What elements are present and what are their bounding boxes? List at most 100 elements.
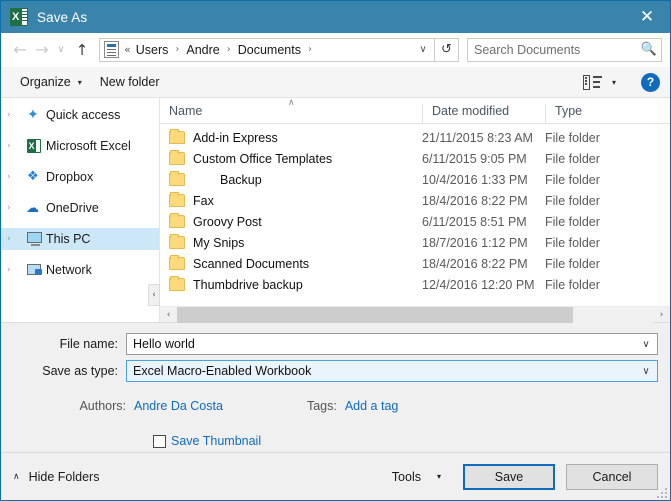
sidebar-item-microsoft-excel[interactable]: › X Microsoft Excel bbox=[1, 135, 159, 157]
chevron-down-icon[interactable]: ∨ bbox=[412, 44, 434, 55]
expander-icon[interactable]: › bbox=[7, 234, 24, 244]
expander-icon[interactable]: › bbox=[7, 141, 24, 151]
refresh-icon[interactable]: ↺ bbox=[434, 37, 458, 62]
table-row[interactable]: Groovy Post 6/11/2015 8:51 PM File folde… bbox=[160, 211, 670, 232]
sidebar-item-quick-access[interactable]: › ✦ Quick access bbox=[1, 104, 159, 126]
chevron-right-icon[interactable]: › bbox=[302, 44, 318, 55]
table-row[interactable]: My Snips 18/7/2016 1:12 PM File folder bbox=[160, 232, 670, 253]
chevron-down-icon: ▾ bbox=[436, 472, 441, 481]
file-name-cell: Fax bbox=[160, 192, 422, 208]
organize-button[interactable]: Organize ▾ bbox=[11, 70, 91, 94]
column-header-row: Name Date modified Type bbox=[160, 98, 670, 124]
forward-icon[interactable]: → bbox=[31, 37, 53, 63]
file-name-combobox[interactable]: ∨ bbox=[126, 333, 658, 355]
folder-icon bbox=[169, 255, 185, 270]
file-type: File folder bbox=[545, 130, 600, 145]
save-button[interactable]: Save bbox=[463, 463, 555, 490]
save-thumbnail-row: Save Thumbnail bbox=[1, 431, 670, 451]
folder-icon bbox=[169, 171, 185, 186]
cancel-button[interactable]: Cancel bbox=[566, 463, 658, 490]
file-date: 10/4/2016 1:33 PM bbox=[422, 172, 528, 187]
horizontal-scrollbar[interactable]: ‹ › bbox=[160, 306, 670, 323]
chevron-down-icon[interactable]: ∨ bbox=[635, 366, 657, 377]
expander-icon[interactable]: › bbox=[7, 265, 24, 275]
expander-icon[interactable]: › bbox=[7, 203, 24, 213]
sidebar-item-label: This PC bbox=[46, 232, 91, 246]
file-name: Add-in Express bbox=[193, 130, 278, 145]
sidebar-item-onedrive[interactable]: › ☁ OneDrive bbox=[1, 197, 159, 219]
add-a-tag-link[interactable]: Add a tag bbox=[345, 399, 399, 413]
breadcrumb-item-users[interactable]: Users bbox=[135, 43, 170, 57]
sidebar-splitter-handle[interactable]: ‹ bbox=[148, 284, 160, 306]
breadcrumb[interactable]: « Users › Andre › Documents › ∨ ↺ bbox=[99, 37, 459, 62]
back-icon[interactable]: ← bbox=[9, 37, 31, 63]
table-row[interactable]: Add-in Express 21/11/2015 8:23 AM File f… bbox=[160, 127, 670, 148]
save-as-dialog: X Save As ✕ ← → ∨ ↑ « Users › Andre › Do… bbox=[0, 0, 671, 501]
expander-icon[interactable]: › bbox=[7, 172, 24, 182]
folder-icon bbox=[169, 234, 185, 249]
breadcrumb-item-documents[interactable]: Documents bbox=[237, 43, 302, 57]
file-list: Add-in Express 21/11/2015 8:23 AM File f… bbox=[160, 124, 670, 306]
sidebar-item-network[interactable]: › Network bbox=[1, 259, 159, 281]
metadata-row: Authors: Andre Da Costa Tags: Add a tag bbox=[1, 395, 670, 417]
sidebar-item-label: OneDrive bbox=[46, 201, 99, 215]
up-one-level-icon[interactable]: ↑ bbox=[69, 37, 95, 63]
folder-icon bbox=[169, 129, 185, 144]
scrollbar-track[interactable] bbox=[573, 306, 653, 323]
chevron-up-icon: ∧ bbox=[13, 471, 20, 482]
file-name-cell: Custom Office Templates bbox=[160, 150, 422, 166]
sidebar-item-this-pc[interactable]: › This PC bbox=[1, 228, 159, 250]
chevron-right-icon[interactable]: › bbox=[169, 44, 185, 55]
new-folder-button[interactable]: New folder bbox=[91, 70, 169, 94]
breadcrumb-overflow-icon[interactable]: « bbox=[124, 43, 131, 56]
close-icon[interactable]: ✕ bbox=[624, 1, 670, 33]
table-row[interactable]: Thumbdrive backup 12/4/2016 12:20 PM Fil… bbox=[160, 274, 670, 295]
save-thumbnail-label[interactable]: Save Thumbnail bbox=[171, 434, 261, 448]
navigation-sidebar: › ✦ Quick access › X Microsoft Excel › ❖… bbox=[1, 98, 160, 322]
chevron-down-icon[interactable]: ∨ bbox=[635, 339, 657, 350]
file-name-input[interactable] bbox=[127, 336, 635, 352]
authors-value-link[interactable]: Andre Da Costa bbox=[134, 399, 223, 413]
save-thumbnail-checkbox[interactable] bbox=[153, 434, 166, 448]
search-box[interactable]: 🔍 bbox=[467, 37, 662, 62]
save-as-type-combobox[interactable]: ∨ bbox=[126, 360, 658, 382]
file-name-cell: Thumbdrive backup bbox=[160, 276, 422, 292]
hide-folders-label: Hide Folders bbox=[28, 469, 100, 484]
folder-icon bbox=[169, 150, 185, 165]
file-name-cell: Add-in Express bbox=[160, 129, 422, 145]
file-date: 6/11/2015 8:51 PM bbox=[422, 214, 527, 229]
this-pc-monitor-icon bbox=[24, 231, 46, 247]
scrollbar-thumb[interactable] bbox=[177, 306, 573, 323]
file-name-cell: My Snips bbox=[160, 234, 422, 250]
sidebar-item-label: Dropbox bbox=[46, 170, 94, 184]
table-row[interactable]: Fax 18/4/2016 8:22 PM File folder bbox=[160, 190, 670, 211]
file-date: 21/11/2015 8:23 AM bbox=[422, 130, 533, 145]
search-icon[interactable]: 🔍 bbox=[637, 42, 661, 57]
tools-button[interactable]: Tools ▾ bbox=[386, 464, 447, 490]
search-input[interactable] bbox=[468, 41, 637, 58]
microsoft-excel-icon: X bbox=[24, 138, 46, 154]
table-row[interactable]: Backup 10/4/2016 1:33 PM File folder bbox=[160, 169, 670, 190]
file-name: Groovy Post bbox=[193, 214, 262, 229]
expander-icon[interactable]: › bbox=[7, 110, 24, 120]
scroll-left-icon[interactable]: ‹ bbox=[160, 310, 177, 320]
hide-folders-button[interactable]: ∧ Hide Folders bbox=[13, 470, 99, 484]
file-name-row: File name: ∨ bbox=[1, 332, 670, 356]
file-type: File folder bbox=[545, 235, 600, 250]
change-view-button[interactable]: ▾ bbox=[574, 70, 625, 94]
column-header-type[interactable]: Type bbox=[545, 104, 670, 123]
file-name: My Snips bbox=[193, 235, 245, 250]
chevron-down-icon: ▾ bbox=[77, 77, 82, 87]
resize-grip[interactable] bbox=[657, 488, 667, 498]
column-header-date-modified[interactable]: Date modified bbox=[422, 104, 545, 123]
documents-folder-icon bbox=[104, 41, 119, 58]
help-icon[interactable]: ? bbox=[641, 72, 660, 92]
table-row[interactable]: Custom Office Templates 6/11/2015 9:05 P… bbox=[160, 148, 670, 169]
breadcrumb-item-andre[interactable]: Andre bbox=[185, 43, 220, 57]
save-as-type-value[interactable] bbox=[127, 363, 635, 379]
scroll-right-icon[interactable]: › bbox=[653, 310, 670, 320]
chevron-right-icon[interactable]: › bbox=[221, 44, 237, 55]
table-row[interactable]: Scanned Documents 18/4/2016 8:22 PM File… bbox=[160, 253, 670, 274]
sidebar-item-dropbox[interactable]: › ❖ Dropbox bbox=[1, 166, 159, 188]
recent-locations-icon[interactable]: ∨ bbox=[53, 37, 69, 63]
